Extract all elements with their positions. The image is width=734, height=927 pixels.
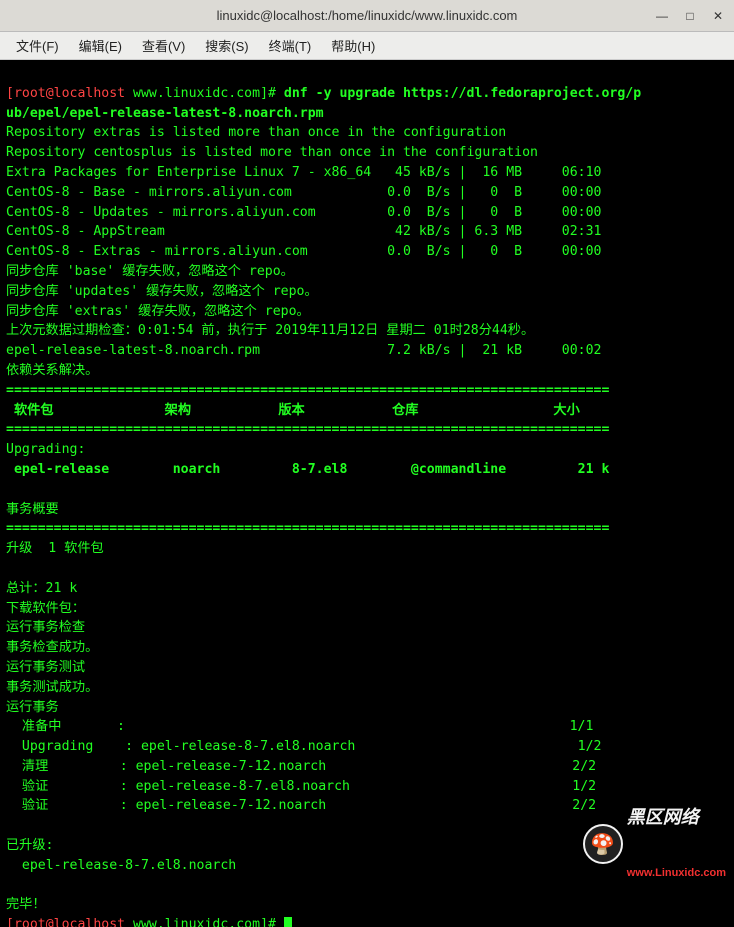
watermark-cn: 黑区网络 bbox=[627, 808, 726, 828]
cursor bbox=[284, 917, 292, 927]
output-line: Upgrading: bbox=[6, 442, 85, 457]
window-controls: — □ ✕ bbox=[654, 8, 726, 24]
menu-terminal[interactable]: 终端(T) bbox=[259, 32, 322, 59]
output-line: CentOS-8 - Updates - mirrors.aliyun.com … bbox=[6, 205, 601, 220]
output-line: epel-release-latest-8.noarch.rpm 7.2 kB/… bbox=[6, 343, 601, 358]
terminal-window: linuxidc@localhost:/home/linuxidc/www.li… bbox=[0, 0, 734, 927]
terminal-line: [root@localhost www.linuxidc.com]# dnf -… bbox=[6, 86, 641, 101]
output-line: 事务测试成功。 bbox=[6, 680, 98, 695]
transaction-line: 清理 : epel-release-7-12.noarch 2/2 bbox=[6, 759, 596, 774]
output-line: CentOS-8 - Extras - mirrors.aliyun.com 0… bbox=[6, 244, 601, 259]
output-line: 运行事务 bbox=[6, 700, 59, 715]
output-line: epel-release-8-7.el8.noarch bbox=[6, 858, 236, 873]
transaction-line: 验证 : epel-release-8-7.el8.noarch 1/2 bbox=[6, 779, 596, 794]
menu-help[interactable]: 帮助(H) bbox=[321, 32, 385, 59]
output-line: 运行事务测试 bbox=[6, 660, 85, 675]
prompt-user: [root@localhost bbox=[6, 86, 125, 101]
command-text: dnf -y upgrade https://dl.fedoraproject.… bbox=[284, 86, 641, 101]
watermark-mushroom-icon: 🍄 bbox=[583, 824, 623, 864]
output-line: 总计：21 k bbox=[6, 581, 77, 596]
separator-line: ========================================… bbox=[6, 383, 609, 398]
watermark: 🍄 黑区网络 www.Linuxidc.com bbox=[583, 768, 726, 919]
separator-line: ========================================… bbox=[6, 521, 609, 536]
output-line: 下载软件包： bbox=[6, 601, 85, 616]
output-line: 升级 1 软件包 bbox=[6, 541, 104, 556]
output-line: 依赖关系解决。 bbox=[6, 363, 98, 378]
prompt-line: [root@localhost www.linuxidc.com]# bbox=[6, 917, 292, 927]
prompt-user: [root@localhost bbox=[6, 917, 125, 927]
transaction-line: 验证 : epel-release-7-12.noarch 2/2 bbox=[6, 798, 596, 813]
output-line: CentOS-8 - AppStream 42 kB/s | 6.3 MB 02… bbox=[6, 224, 601, 239]
window-title: linuxidc@localhost:/home/linuxidc/www.li… bbox=[217, 8, 518, 23]
watermark-text: 黑区网络 www.Linuxidc.com bbox=[627, 768, 726, 919]
output-line: Extra Packages for Enterprise Linux 7 - … bbox=[6, 165, 601, 180]
output-line: Repository centosplus is listed more tha… bbox=[6, 145, 538, 160]
output-line: 完毕！ bbox=[6, 897, 46, 912]
output-line: 已升级: bbox=[6, 838, 54, 853]
prompt-cwd: www.linuxidc.com]# bbox=[125, 86, 284, 101]
menu-file[interactable]: 文件(F) bbox=[6, 32, 69, 59]
maximize-button[interactable]: □ bbox=[682, 8, 698, 24]
titlebar: linuxidc@localhost:/home/linuxidc/www.li… bbox=[0, 0, 734, 32]
menu-edit[interactable]: 编辑(E) bbox=[69, 32, 132, 59]
minimize-button[interactable]: — bbox=[654, 8, 670, 24]
table-row: epel-release noarch 8-7.el8 @commandline… bbox=[6, 462, 609, 477]
output-line: 同步仓库 'updates' 缓存失败，忽略这个 repo。 bbox=[6, 284, 318, 299]
table-header: 软件包 架构 版本 仓库 大小 bbox=[6, 403, 580, 418]
output-line: 同步仓库 'base' 缓存失败，忽略这个 repo。 bbox=[6, 264, 294, 279]
command-text-line2: ub/epel/epel-release-latest-8.noarch.rpm bbox=[6, 106, 324, 121]
separator-line: ========================================… bbox=[6, 422, 609, 437]
output-line: 运行事务检查 bbox=[6, 620, 85, 635]
prompt-cwd: www.linuxidc.com]# bbox=[125, 917, 284, 927]
output-line: CentOS-8 - Base - mirrors.aliyun.com 0.0… bbox=[6, 185, 601, 200]
menubar: 文件(F) 编辑(E) 查看(V) 搜索(S) 终端(T) 帮助(H) bbox=[0, 32, 734, 60]
menu-search[interactable]: 搜索(S) bbox=[195, 32, 258, 59]
close-button[interactable]: ✕ bbox=[710, 8, 726, 24]
transaction-line: Upgrading : epel-release-8-7.el8.noarch … bbox=[6, 739, 601, 754]
transaction-line: 准备中 : 1/1 bbox=[6, 719, 593, 734]
terminal-body[interactable]: [root@localhost www.linuxidc.com]# dnf -… bbox=[0, 60, 734, 927]
watermark-url: www.Linuxidc.com bbox=[627, 867, 726, 879]
output-line: Repository extras is listed more than on… bbox=[6, 125, 506, 140]
output-line: 事务概要 bbox=[6, 502, 59, 517]
output-line: 同步仓库 'extras' 缓存失败，忽略这个 repo。 bbox=[6, 304, 310, 319]
output-line: 上次元数据过期检查：0:01:54 前，执行于 2019年11月12日 星期二 … bbox=[6, 323, 534, 338]
menu-view[interactable]: 查看(V) bbox=[132, 32, 195, 59]
output-line: 事务检查成功。 bbox=[6, 640, 98, 655]
